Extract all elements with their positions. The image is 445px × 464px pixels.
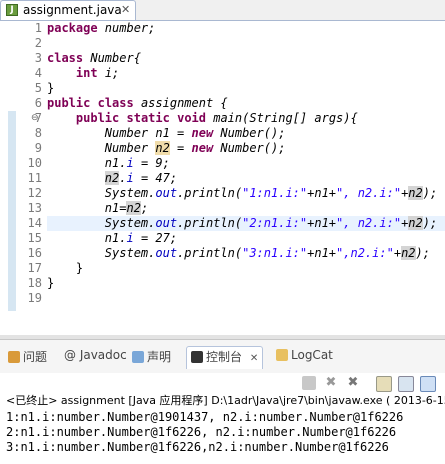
line-number: 5	[34, 81, 42, 95]
line-number-ruler: 1 2 3 4 5 6 7 8 9 10 11 12 13 14 15 16 1…	[16, 21, 42, 306]
current-code-line: System.out.println("2:n1.i:"+n1+", n2.i:…	[47, 216, 445, 231]
code-line: Number n2 = new Number();	[104, 141, 286, 155]
tab-label: 控制台	[206, 350, 243, 364]
console-toolbar: ✖ ✖	[0, 373, 445, 393]
line-number: 13	[27, 201, 42, 215]
terminate-icon[interactable]	[302, 376, 316, 390]
line-number: 14	[27, 216, 42, 230]
change-marker	[8, 111, 16, 311]
line-number: 12	[27, 186, 42, 200]
code-line: }	[47, 81, 55, 95]
tab-declaration[interactable]: 声明	[132, 348, 171, 368]
code-text[interactable]: package number; class Number{ int i; } p…	[47, 21, 445, 306]
java-file-icon: J	[6, 4, 18, 16]
tab-javadoc[interactable]: @ Javadoc	[64, 348, 127, 368]
code-line: public static void main(String[] args){	[75, 111, 358, 125]
logcat-icon	[276, 349, 288, 361]
view-tab-bar: 问题 @ Javadoc 声明 控制台 ✕ LogCat	[0, 339, 445, 374]
code-line: n2.i = 47;	[104, 171, 178, 185]
line-number: 9	[34, 141, 42, 155]
remove-all-icon[interactable]: ✖	[346, 376, 360, 390]
tab-label: 问题	[23, 350, 48, 364]
code-line: n1=n2;	[104, 201, 149, 215]
line-number: 17	[27, 261, 42, 275]
line-number: 4	[34, 66, 42, 80]
line-number: 10	[27, 156, 42, 170]
tab-label: 声明	[147, 350, 172, 364]
console-title: <已终止> assignment [Java 应用程序] D:\1adr\Jav…	[6, 394, 445, 407]
tab-console[interactable]: 控制台 ✕	[186, 346, 264, 369]
code-line: }	[47, 276, 55, 290]
clear-console-icon[interactable]	[376, 376, 392, 392]
code-line: n1.i = 9;	[104, 156, 170, 170]
console-line: 2:n1.i:number.Number@1f6226, n2.i:number…	[6, 425, 397, 439]
code-line: Number n1 = new Number();	[104, 126, 286, 140]
line-number: 19	[27, 291, 42, 305]
line-number: 1	[34, 21, 42, 35]
scroll-lock-icon[interactable]	[398, 376, 414, 392]
pin-console-icon[interactable]	[420, 376, 436, 392]
declaration-icon	[132, 351, 144, 363]
remove-launch-icon[interactable]: ✖	[324, 376, 338, 390]
tab-label: @ Javadoc	[64, 348, 127, 362]
console-line: 1:n1.i:number.Number@1901437, n2.i:numbe…	[6, 410, 404, 424]
tab-label: LogCat	[291, 348, 333, 362]
problems-icon	[8, 351, 20, 363]
code-line: class Number{	[47, 51, 141, 65]
line-number: 16	[27, 246, 42, 260]
line-number: 15	[27, 231, 42, 245]
line-number: 6	[34, 96, 42, 110]
editor-tab-assignment[interactable]: J assignment.java ✕	[0, 0, 136, 20]
code-line: n1.i = 27;	[104, 231, 178, 245]
line-number: 18	[27, 276, 42, 290]
console-icon	[191, 351, 203, 363]
editor-tab-bar: J assignment.java ✕	[0, 0, 445, 21]
console-output[interactable]: 1:n1.i:number.Number@1901437, n2.i:numbe…	[0, 410, 445, 455]
line-number: 11	[27, 171, 42, 185]
tab-logcat[interactable]: LogCat	[276, 348, 333, 368]
code-line: public class assignment {	[47, 96, 228, 110]
code-line: System.out.println("3:n1.i:"+n1+",n2.i:"…	[104, 246, 430, 260]
code-line: System.out.println("1:n1.i:"+n1+", n2.i:…	[104, 186, 438, 200]
tab-problems[interactable]: 问题	[8, 348, 47, 368]
line-number: 3	[34, 51, 42, 65]
close-icon[interactable]: ✕	[250, 353, 258, 364]
editor-tab-label: assignment.java	[23, 3, 122, 17]
code-line: int i;	[75, 66, 120, 80]
code-editor[interactable]: 1 2 3 4 5 6 7 8 9 10 11 12 13 14 15 16 1…	[0, 21, 445, 335]
fold-collapse-icon[interactable]: ⊖	[31, 113, 39, 123]
close-icon[interactable]: ✕	[121, 3, 130, 16]
line-number: 2	[34, 36, 42, 50]
line-number: 8	[34, 126, 42, 140]
code-line: }	[75, 261, 84, 275]
code-line: package number;	[47, 21, 156, 35]
console-line: 3:n1.i:number.Number@1f6226,n2.i:number.…	[6, 440, 389, 454]
